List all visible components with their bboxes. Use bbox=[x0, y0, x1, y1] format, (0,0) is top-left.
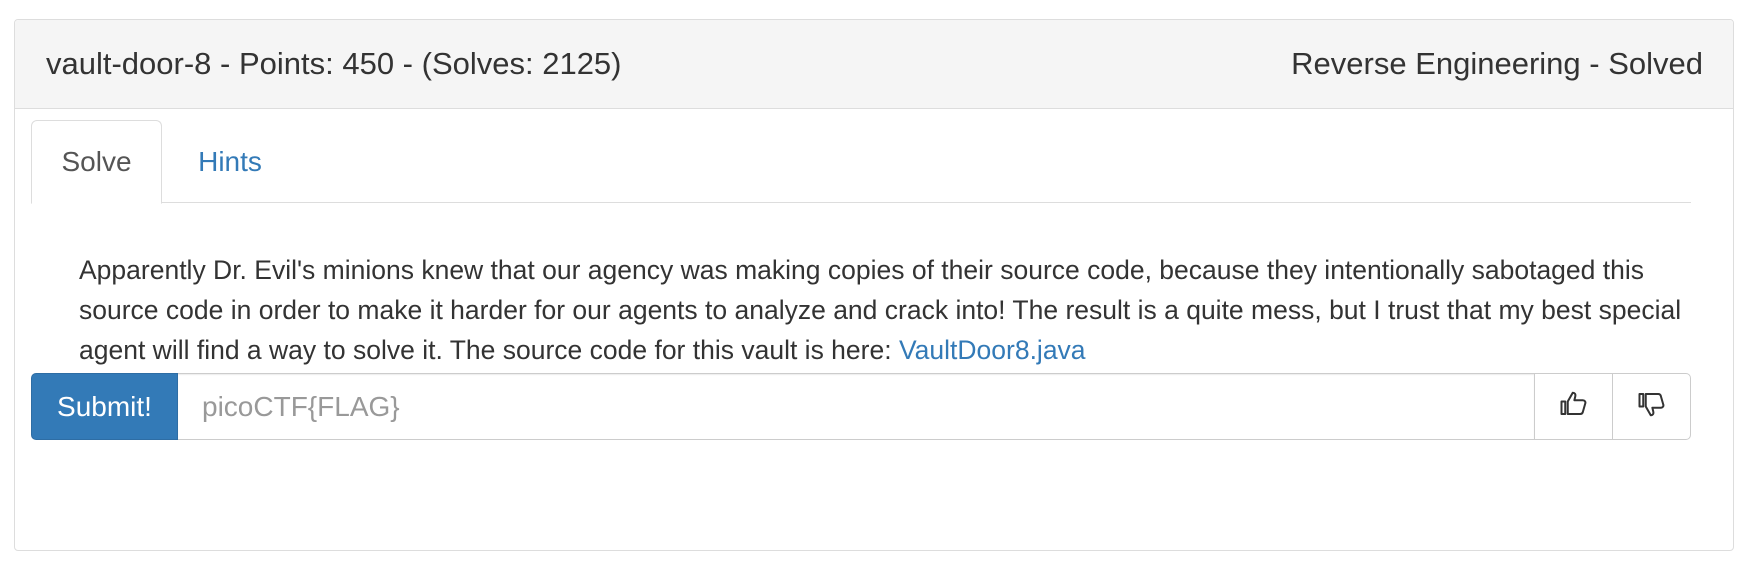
description-text: Apparently Dr. Evil's minions knew that … bbox=[79, 255, 1682, 365]
tab-bar: Solve Hints bbox=[31, 120, 1691, 204]
challenge-description: Apparently Dr. Evil's minions knew that … bbox=[79, 250, 1699, 370]
tab-solve[interactable]: Solve bbox=[31, 120, 162, 204]
flag-submit-form: Submit! bbox=[31, 373, 1691, 440]
panel-heading: vault-door-8 - Points: 450 - (Solves: 21… bbox=[15, 20, 1733, 109]
downvote-button[interactable] bbox=[1612, 373, 1691, 440]
submit-button[interactable]: Submit! bbox=[31, 373, 178, 440]
upvote-button[interactable] bbox=[1534, 373, 1613, 440]
challenge-title: vault-door-8 - Points: 450 - (Solves: 21… bbox=[46, 46, 622, 81]
source-file-link[interactable]: VaultDoor8.java bbox=[899, 335, 1086, 365]
thumbs-down-icon bbox=[1637, 389, 1667, 424]
flag-input[interactable] bbox=[178, 373, 1535, 440]
thumbs-up-icon bbox=[1559, 389, 1589, 424]
tab-hints[interactable]: Hints bbox=[162, 120, 298, 203]
challenge-category-status: Reverse Engineering - Solved bbox=[1291, 46, 1703, 81]
